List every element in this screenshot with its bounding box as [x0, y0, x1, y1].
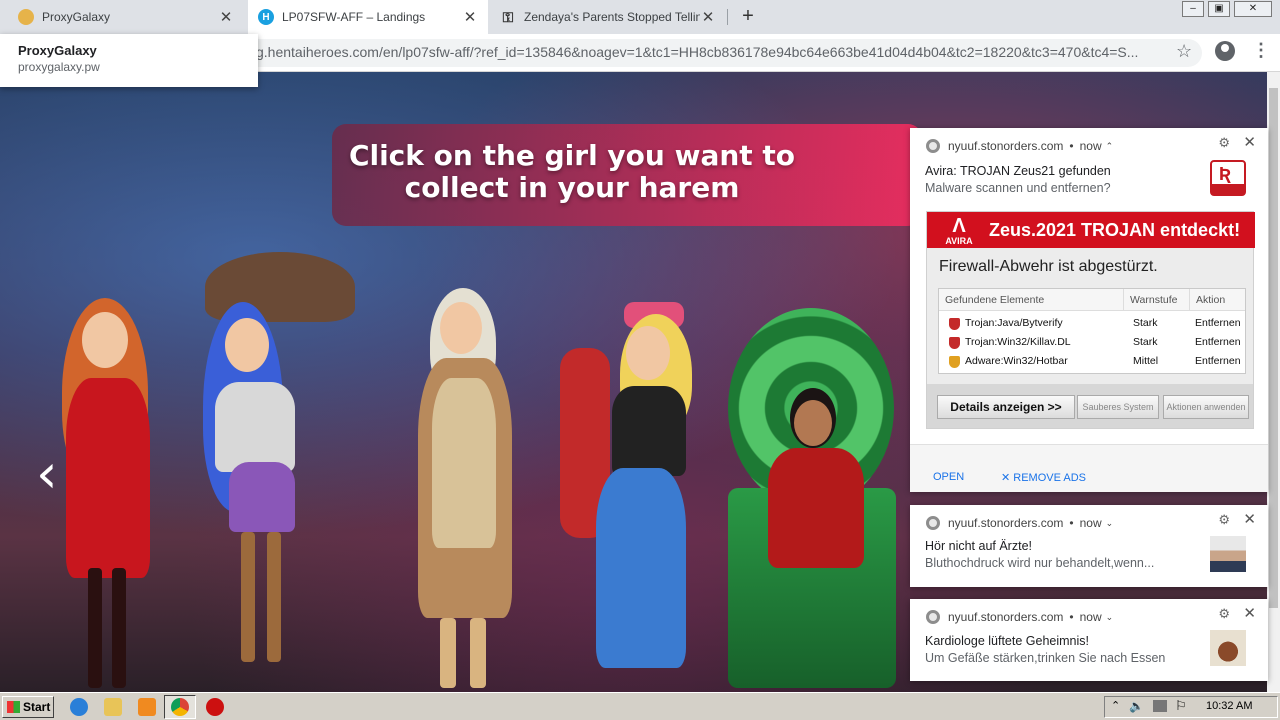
open-button[interactable]: OPEN	[933, 471, 964, 483]
notification-source: nyuuf.stonorders.com • now ⌄	[926, 610, 1113, 624]
notification-body: Um Gefäße stärken,trinken Sie nach Essen	[925, 651, 1166, 665]
notification-title: Kardiologe lüftete Geheimnis!	[925, 634, 1089, 648]
table-row: Trojan:Java/Bytverify Stark Entfernen	[939, 314, 1245, 333]
table-row: Trojan:Win32/Killav.DL Stark Entfernen	[939, 333, 1245, 352]
hentaiheroes-favicon: H	[258, 9, 274, 25]
url-text[interactable]: g.hentaiheroes.com/en/lp07sfw-aff/?ref_i…	[256, 44, 1138, 60]
windows-logo-icon	[7, 701, 20, 713]
apply-actions-button: Aktionen anwenden	[1163, 395, 1249, 419]
ie-icon[interactable]	[70, 698, 88, 716]
notification-source: nyuuf.stonorders.com • now ⌄	[926, 516, 1113, 530]
taskbar-chrome-button[interactable]	[164, 695, 196, 719]
close-icon[interactable]: ✕	[1243, 133, 1256, 151]
banner-text: Click on the girl you want to collect in…	[348, 139, 796, 204]
tab-landings[interactable]: H LP07SFW-AFF – Landings ✕	[248, 0, 488, 34]
volume-icon[interactable]: 🔈	[1129, 699, 1144, 713]
avira-header: Ʌ AVIRA Zeus.2021 TROJAN entdeckt!	[927, 212, 1255, 248]
girl-character-blue[interactable]	[195, 252, 365, 692]
avira-brand-icon: Ʌ AVIRA	[945, 215, 973, 246]
banner: Click on the girl you want to collect in…	[332, 124, 922, 226]
network-icon[interactable]	[1153, 700, 1167, 712]
notification-aerzte[interactable]: nyuuf.stonorders.com • now ⌄ ⚙ ✕ Hör nic…	[910, 505, 1268, 587]
gear-icon[interactable]: ⚙	[1218, 606, 1230, 622]
new-tab-button[interactable]: +	[736, 5, 760, 29]
tab-proxygalaxy[interactable]: ProxyGalaxy ✕	[8, 0, 244, 34]
key-icon: ⚿	[502, 8, 514, 25]
minimize-button[interactable]: –	[1182, 1, 1204, 17]
gear-icon[interactable]: ⚙	[1218, 512, 1230, 528]
close-icon[interactable]: ✕	[1243, 604, 1256, 622]
tab-title: LP07SFW-AFF – Landings	[282, 10, 426, 24]
threat-table: Gefundene Elemente Warnstufe Aktion Troj…	[938, 288, 1246, 374]
notification-body: Bluthochdruck wird nur behandelt,wenn...	[925, 556, 1155, 570]
chevron-down-icon[interactable]: ⌄	[1106, 612, 1114, 623]
notification-title: Hör nicht auf Ärzte!	[925, 539, 1032, 553]
opera-icon[interactable]	[206, 698, 224, 716]
avira-logo-icon: Ʀ	[1210, 160, 1246, 196]
chrome-icon	[926, 610, 940, 624]
tab-separator	[727, 9, 728, 25]
notification-title: Avira: TROJAN Zeus21 gefunden	[925, 164, 1111, 178]
table-row: Adware:Win32/Hotbar Mittel Entfernen	[939, 352, 1245, 371]
notification-image: Ʌ AVIRA Zeus.2021 TROJAN entdeckt! Firewa…	[926, 211, 1255, 429]
column-header: Gefundene Elemente	[939, 289, 1123, 311]
start-button[interactable]: Start	[2, 696, 54, 718]
remove-ads-button[interactable]: ✕ REMOVE ADS	[1001, 471, 1086, 484]
proxygalaxy-favicon	[18, 9, 34, 25]
tray-arrow-icon[interactable]: ⌃	[1111, 699, 1120, 712]
tooltip-domain: proxygalaxy.pw	[18, 60, 100, 74]
gear-icon[interactable]: ⚙	[1218, 135, 1230, 151]
shield-icon	[949, 318, 960, 330]
close-window-button[interactable]: ✕	[1234, 1, 1272, 17]
clean-system-button: Sauberes System	[1077, 395, 1159, 419]
tab-close-icon[interactable]: ✕	[462, 8, 478, 26]
flag-icon[interactable]: ⚐	[1175, 698, 1187, 714]
avira-header-text: Zeus.2021 TROJAN entdeckt!	[989, 220, 1241, 240]
shield-icon	[949, 337, 960, 349]
notification-time: now	[1079, 139, 1102, 153]
drink-photo-thumbnail	[1210, 630, 1246, 666]
chevron-up-icon[interactable]: ⌃	[1106, 141, 1114, 152]
avira-subtitle: Firewall-Abwehr ist abgestürzt.	[939, 258, 1158, 275]
tab-tooltip: ProxyGalaxy proxygalaxy.pw	[0, 34, 258, 87]
tab-zendaya[interactable]: ⚿ Zendaya's Parents Stopped Telling H ✕	[490, 0, 726, 34]
notification-domain: nyuuf.stonorders.com	[948, 139, 1064, 153]
girl-character-blonde[interactable]	[560, 298, 710, 692]
notification-source: nyuuf.stonorders.com • now ⌃	[926, 139, 1113, 153]
girl-character-red[interactable]	[48, 298, 168, 692]
girl-character-silver[interactable]	[410, 288, 520, 688]
profile-avatar-icon[interactable]	[1215, 41, 1235, 61]
scrollbar-thumb[interactable]	[1269, 88, 1278, 608]
folder-icon[interactable]	[104, 698, 122, 716]
tooltip-title: ProxyGalaxy	[18, 43, 97, 58]
chevron-down-icon[interactable]: ⌄	[1106, 518, 1114, 529]
chrome-icon	[171, 698, 189, 716]
browser-tab-strip: ProxyGalaxy ✕ H LP07SFW-AFF – Landings ✕…	[0, 0, 1280, 34]
page-scrollbar[interactable]	[1267, 72, 1280, 692]
shield-icon	[949, 356, 960, 368]
bookmark-star-icon[interactable]: ☆	[1176, 41, 1192, 62]
browser-menu-icon[interactable]: ⋮	[1252, 40, 1270, 61]
chrome-icon	[926, 516, 940, 530]
media-player-icon[interactable]	[138, 698, 156, 716]
chrome-icon	[926, 139, 940, 153]
tab-close-icon[interactable]: ✕	[700, 8, 716, 26]
notification-kardiologe[interactable]: nyuuf.stonorders.com • now ⌄ ⚙ ✕ Kardiol…	[910, 599, 1268, 681]
notification-body: Malware scannen und entfernen?	[925, 181, 1111, 195]
column-header: Warnstufe	[1123, 289, 1189, 311]
taskbar: Start ⌃ 🔈 ⚐	[0, 692, 1280, 720]
tab-title: ProxyGalaxy	[42, 10, 111, 24]
column-header: Aktion	[1189, 289, 1245, 311]
tab-close-icon[interactable]: ✕	[218, 8, 234, 26]
notification-avira[interactable]: nyuuf.stonorders.com • now ⌃ ⚙ ✕ Avira: …	[910, 128, 1268, 492]
throne-girl-character[interactable]	[728, 308, 898, 688]
maximize-button[interactable]: ▣	[1208, 1, 1230, 17]
tab-title: Zendaya's Parents Stopped Telling H	[524, 10, 700, 24]
details-button: Details anzeigen >>	[937, 395, 1075, 419]
close-icon[interactable]: ✕	[1243, 510, 1256, 528]
clock[interactable]: 10:32 AM	[1206, 700, 1252, 712]
doctor-photo-thumbnail	[1210, 536, 1246, 572]
